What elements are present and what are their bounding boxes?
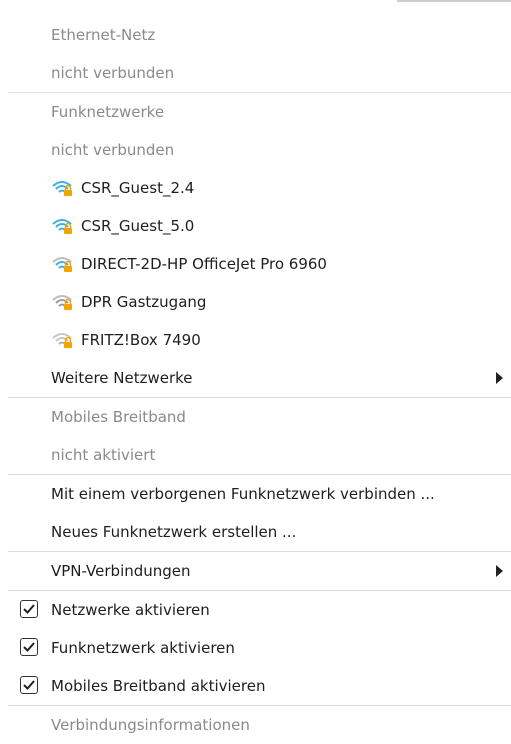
vpn-label: VPN-Verbindungen (51, 562, 191, 580)
submenu-arrow-icon (496, 565, 503, 577)
network-name: DPR Gastzugang (81, 293, 207, 311)
more-networks-label: Weitere Netzwerke (51, 369, 193, 387)
wifi-lock-icon (51, 331, 73, 349)
toggle-mobile-broadband[interactable]: Mobiles Breitband aktivieren (8, 667, 511, 705)
checkbox-checked-icon[interactable] (20, 638, 38, 656)
connect-hidden-network-item[interactable]: Mit einem verborgenen Funknetzwerk verbi… (8, 475, 511, 513)
wifi-lock-icon (51, 179, 73, 197)
wifi-status: nicht verbunden (51, 141, 175, 159)
wifi-network-item[interactable]: FRITZ!Box 7490 (8, 321, 511, 359)
ethernet-header: Ethernet-Netz (51, 26, 156, 44)
vpn-submenu[interactable]: VPN-Verbindungen (8, 552, 511, 590)
mobile-status: nicht aktiviert (51, 446, 156, 464)
checkbox-checked-icon[interactable] (20, 676, 38, 694)
connection-info-item: Verbindungsinformationen (51, 716, 250, 734)
mobile-header: Mobiles Breitband (51, 408, 186, 426)
network-name: FRITZ!Box 7490 (81, 331, 201, 349)
submenu-arrow-icon (496, 372, 503, 384)
toggle-label: Mobiles Breitband aktivieren (51, 677, 266, 695)
network-menu: Ethernet-Netz nicht verbunden Funknetzwe… (8, 16, 511, 744)
toggle-networking[interactable]: Netzwerke aktivieren (8, 591, 511, 629)
ethernet-status: nicht verbunden (51, 64, 175, 82)
network-name: CSR_Guest_5.0 (81, 217, 195, 235)
toggle-label: Funknetzwerk aktivieren (51, 639, 235, 657)
network-name: DIRECT-2D-HP OfficeJet Pro 6960 (81, 255, 327, 273)
wifi-lock-icon (51, 217, 73, 235)
wifi-network-item[interactable]: CSR_Guest_2.4 (8, 169, 511, 207)
wifi-network-item[interactable]: DIRECT-2D-HP OfficeJet Pro 6960 (8, 245, 511, 283)
toggle-label: Netzwerke aktivieren (51, 601, 210, 619)
wifi-header: Funknetzwerke (51, 103, 165, 121)
wifi-network-item[interactable]: DPR Gastzugang (8, 283, 511, 321)
create-network-item[interactable]: Neues Funknetzwerk erstellen ... (8, 513, 511, 551)
checkbox-checked-icon[interactable] (20, 600, 38, 618)
wifi-lock-icon (51, 255, 73, 273)
top-edge-line (397, 0, 511, 13)
toggle-wifi[interactable]: Funknetzwerk aktivieren (8, 629, 511, 667)
network-name: CSR_Guest_2.4 (81, 179, 195, 197)
more-networks-submenu[interactable]: Weitere Netzwerke (8, 359, 511, 397)
wifi-network-item[interactable]: CSR_Guest_5.0 (8, 207, 511, 245)
wifi-lock-icon (51, 293, 73, 311)
